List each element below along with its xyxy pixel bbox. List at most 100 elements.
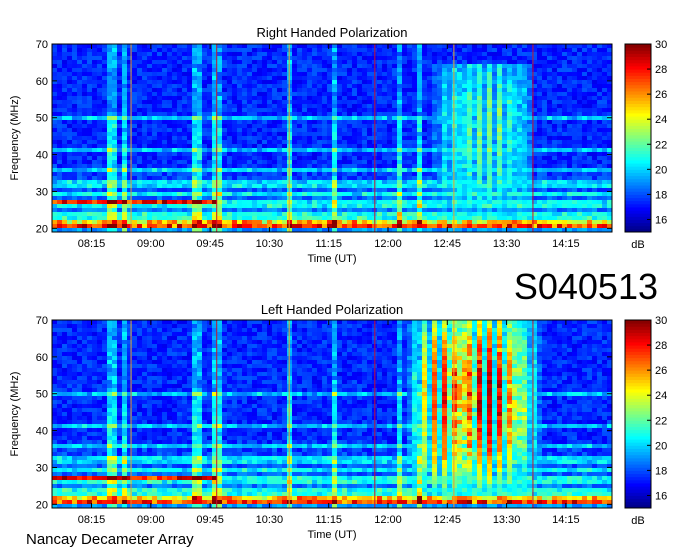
heatmap-cell: [417, 64, 423, 69]
heatmap-cell: [242, 208, 248, 213]
heatmap-cell: [162, 208, 168, 213]
heatmap-cell: [97, 164, 103, 169]
heatmap-cell: [302, 76, 308, 81]
heatmap-cell: [67, 132, 73, 137]
heatmap-cell: [327, 216, 333, 221]
heatmap-cell: [587, 192, 593, 197]
heatmap-cell: [202, 104, 208, 109]
heatmap-cell: [562, 216, 568, 221]
heatmap-cell: [127, 112, 133, 117]
heatmap-cell: [562, 132, 568, 137]
heatmap-cell: [362, 128, 368, 133]
heatmap-cell: [377, 176, 383, 181]
heatmap-cell: [422, 72, 428, 77]
heatmap-cell: [517, 68, 523, 73]
heatmap-cell: [342, 200, 348, 205]
heatmap-cell: [57, 148, 63, 153]
heatmap-cell: [327, 88, 333, 93]
heatmap-cell: [132, 180, 138, 185]
heatmap-cell: [487, 136, 493, 141]
heatmap-cell: [362, 172, 368, 177]
heatmap-cell: [157, 116, 163, 121]
heatmap-cell: [207, 52, 213, 57]
heatmap-cell: [292, 212, 298, 217]
heatmap-cell: [87, 64, 93, 69]
heatmap-cell: [92, 124, 98, 129]
heatmap-cell: [192, 164, 198, 169]
heatmap-cell: [577, 108, 583, 113]
heatmap-cell: [327, 184, 333, 189]
heatmap-cell: [432, 148, 438, 153]
heatmap-cell: [517, 208, 523, 213]
heatmap-cell: [512, 212, 518, 217]
heatmap-cell: [477, 64, 483, 69]
heatmap-cell: [512, 208, 518, 213]
heatmap-cell: [297, 188, 303, 193]
heatmap-cell: [167, 96, 173, 101]
heatmap-cell: [107, 160, 113, 165]
heatmap-cell: [302, 120, 308, 125]
heatmap-cell: [427, 76, 433, 81]
heatmap-cell: [97, 96, 103, 101]
heatmap-cell: [187, 116, 193, 121]
heatmap-cell: [472, 200, 478, 205]
heatmap-cell: [302, 152, 308, 157]
heatmap-cell: [137, 212, 143, 217]
heatmap-cell: [322, 148, 328, 153]
heatmap-cell: [512, 44, 518, 49]
heatmap-cell: [312, 168, 318, 173]
heatmap-cell: [52, 128, 58, 133]
heatmap-cell: [127, 144, 133, 149]
heatmap-cell: [307, 108, 313, 113]
heatmap-cell: [552, 76, 558, 81]
heatmap-cell: [242, 144, 248, 149]
heatmap-cell: [492, 172, 498, 177]
heatmap-cell: [392, 208, 398, 213]
heatmap-cell: [82, 116, 88, 121]
heatmap-cell: [157, 188, 163, 193]
heatmap-cell: [227, 76, 233, 81]
heatmap-cell: [207, 128, 213, 133]
heatmap-cell: [217, 116, 223, 121]
heatmap-cell: [537, 160, 543, 165]
heatmap-cell: [477, 188, 483, 193]
heatmap-cell: [112, 96, 118, 101]
heatmap-cell: [222, 132, 228, 137]
heatmap-cell: [202, 100, 208, 105]
heatmap-cell: [427, 192, 433, 197]
heatmap-cell: [512, 92, 518, 97]
heatmap-cell: [52, 148, 58, 153]
heatmap-cell: [527, 180, 533, 185]
heatmap-cell: [107, 148, 113, 153]
heatmap-cell: [207, 64, 213, 69]
heatmap-cell: [107, 140, 113, 145]
heatmap-cell: [147, 156, 153, 161]
heatmap-cell: [387, 120, 393, 125]
heatmap-cell: [312, 104, 318, 109]
heatmap-cell: [392, 52, 398, 57]
heatmap-cell: [432, 176, 438, 181]
heatmap-cell: [147, 140, 153, 145]
heatmap-cell: [262, 204, 268, 209]
heatmap-cell: [282, 160, 288, 165]
heatmap-cell: [182, 144, 188, 149]
heatmap-cell: [397, 64, 403, 69]
heatmap-cell: [92, 144, 98, 149]
heatmap-cell: [482, 176, 488, 181]
heatmap-cell: [257, 180, 263, 185]
heatmap-cell: [287, 80, 293, 85]
heatmap-cell: [177, 144, 183, 149]
heatmap-cell: [177, 192, 183, 197]
heatmap-cell: [192, 188, 198, 193]
heatmap-cell: [422, 192, 428, 197]
heatmap-cell: [527, 104, 533, 109]
heatmap-cell: [72, 132, 78, 137]
heatmap-cell: [157, 100, 163, 105]
heatmap-cell: [477, 172, 483, 177]
heatmap-cell: [362, 200, 368, 205]
heatmap-cell: [142, 48, 148, 53]
heatmap-cell: [562, 152, 568, 157]
heatmap-cell: [87, 164, 93, 169]
heatmap-cell: [602, 156, 608, 161]
heatmap-cell: [72, 56, 78, 61]
